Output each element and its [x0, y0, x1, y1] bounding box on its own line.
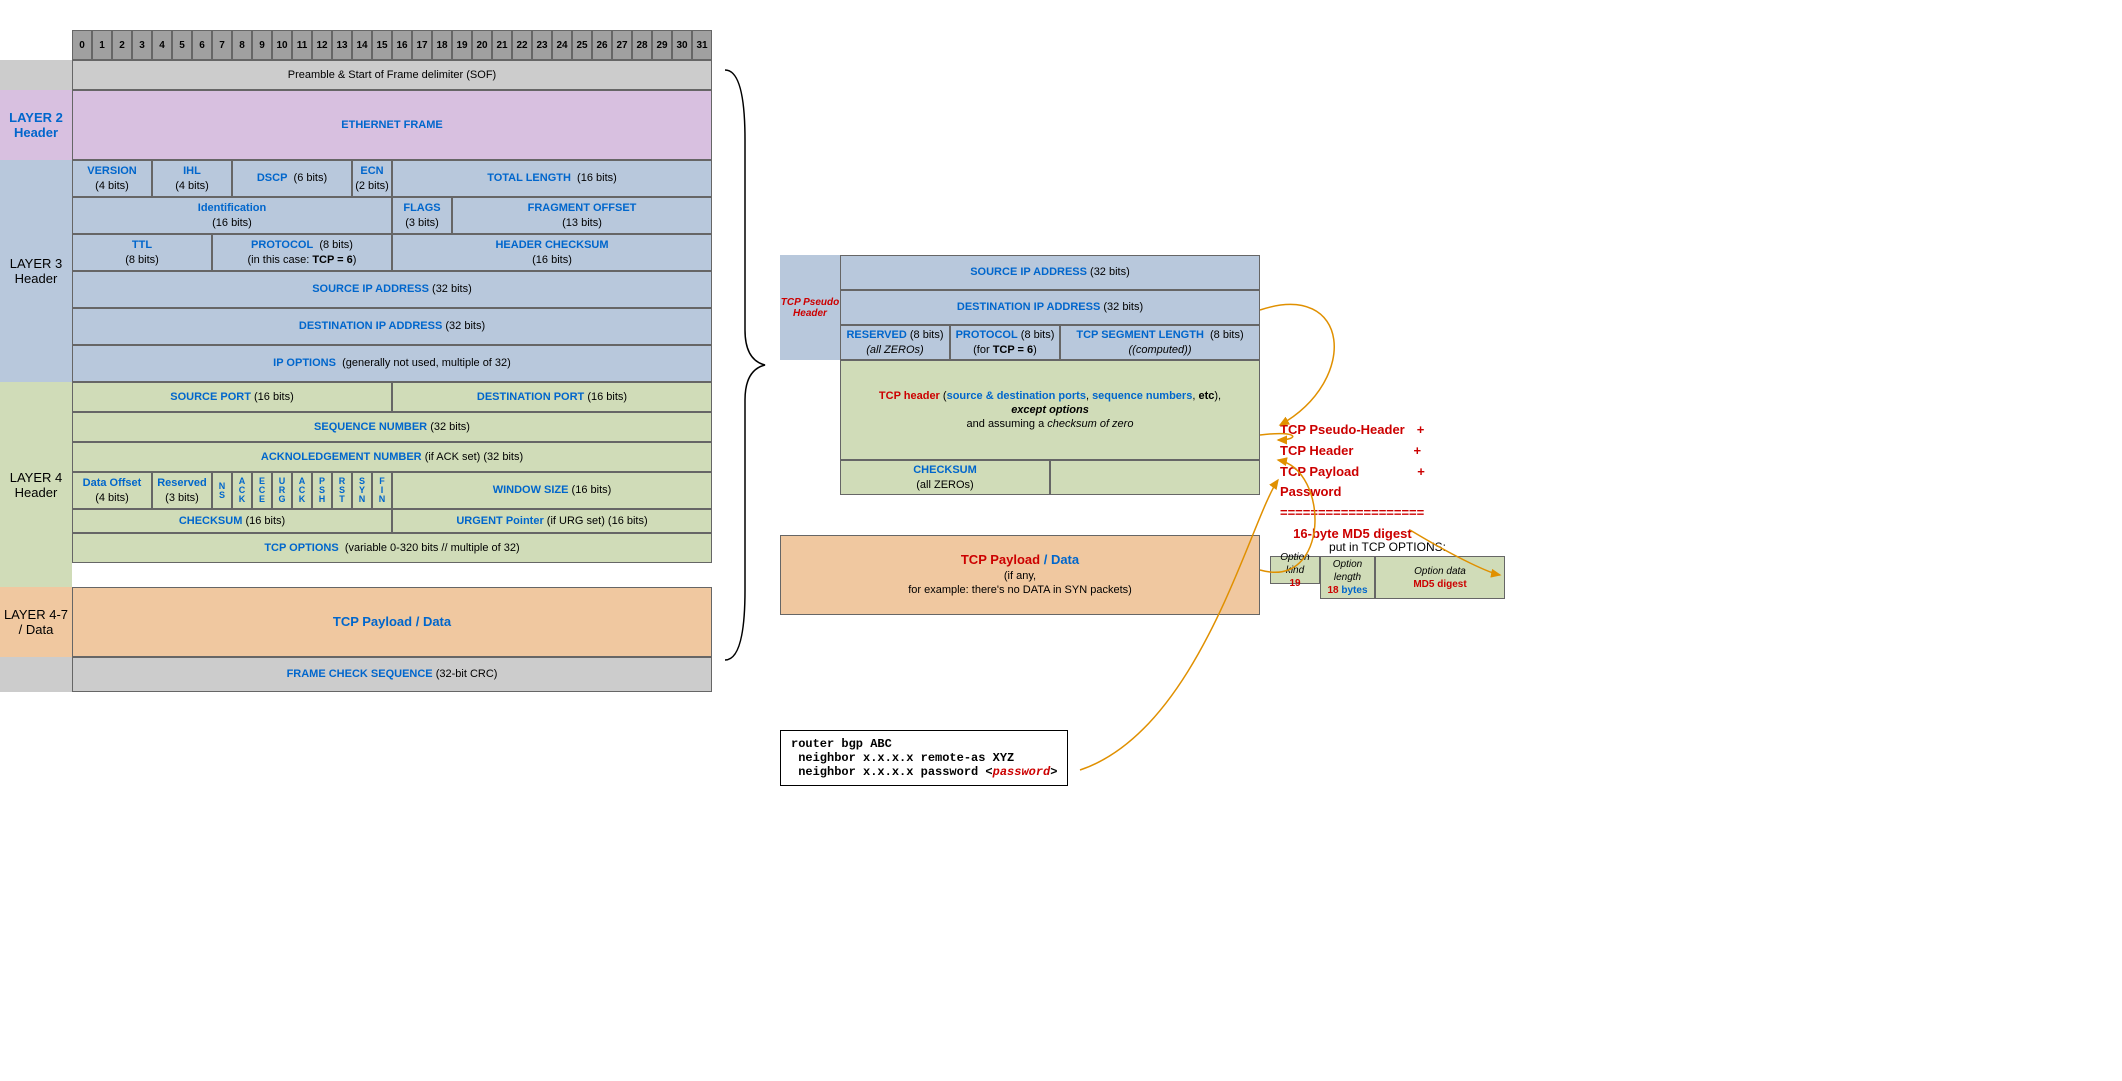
md5-summary: TCP Pseudo-Header+ TCP Header+ TCP Paylo… — [1280, 420, 1425, 545]
brace-icon — [715, 60, 775, 670]
tcp-flag: URG — [272, 472, 292, 509]
tcp-flag: PSH — [312, 472, 332, 509]
ethernet-frame: ETHERNET FRAME — [72, 90, 712, 160]
tcp-flag: RST — [332, 472, 352, 509]
data-label: LAYER 4-7/ Data — [0, 587, 72, 657]
packet-diagram: Preamble & Start of Frame delimiter (SOF… — [0, 60, 712, 692]
bit-ruler: 0123456789101112131415161718192021222324… — [72, 30, 712, 60]
tcp-flag: NS — [212, 472, 232, 509]
pseudo-label: TCP Pseudo Header — [780, 297, 840, 319]
tcp-header-box: TCP header (source & destination ports, … — [840, 360, 1260, 460]
l4-section: LAYER 4Header SOURCE PORT (16 bits) DEST… — [0, 382, 712, 587]
fcs: FRAME CHECK SEQUENCE (32-bit CRC) — [72, 657, 712, 692]
tcp-flag: ACK — [232, 472, 252, 509]
preamble: Preamble & Start of Frame delimiter (SOF… — [72, 60, 712, 90]
l4-label: LAYER 4Header — [0, 382, 72, 587]
tcp-payload: TCP Payload / Data — [72, 587, 712, 657]
l2-label: LAYER 2Header — [0, 90, 72, 160]
payload-box: TCP Payload / Data (if any, for example:… — [780, 535, 1260, 615]
tcp-flag: SYN — [352, 472, 372, 509]
tcp-flag: ECE — [252, 472, 272, 509]
tcp-flag: ACK — [292, 472, 312, 509]
bgp-config-code: router bgp ABC neighbor x.x.x.x remote-a… — [780, 730, 1068, 786]
l3-label: LAYER 3Header — [0, 160, 72, 382]
tcp-flag: FIN — [372, 472, 392, 509]
tcp-options-box: put in TCP OPTIONS: Option kind19 Option… — [1270, 540, 1505, 599]
pseudo-section: TCP Pseudo Header SOURCE IP ADDRESS (32 … — [780, 255, 1260, 615]
l3-section: LAYER 3Header VERSION(4 bits) IHL(4 bits… — [0, 160, 712, 382]
